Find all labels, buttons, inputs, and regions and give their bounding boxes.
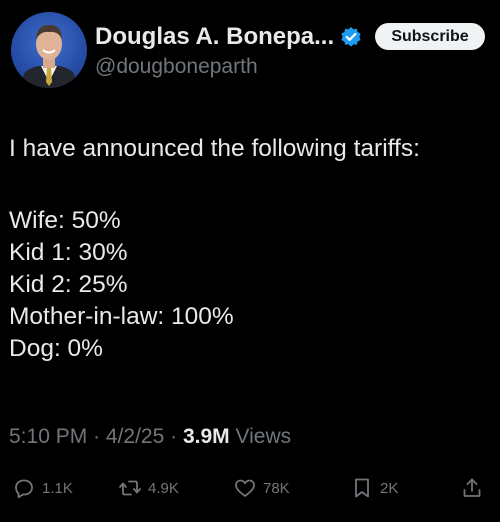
reply-button[interactable]: 1.1K	[12, 474, 73, 502]
action-bar: 1.1K 4.9K 78K 2K	[0, 474, 500, 502]
like-count: 78K	[263, 479, 290, 497]
tweet-line: Wife: 50%	[9, 207, 121, 234]
views-label: Views	[235, 425, 292, 448]
heart-icon	[235, 479, 255, 497]
subscribe-button[interactable]: Subscribe	[375, 23, 485, 50]
verified-badge-icon	[340, 26, 362, 48]
meta-separator: ·	[170, 425, 178, 448]
avatar[interactable]	[11, 12, 87, 88]
author-display-name[interactable]: Douglas A. Bonepa...	[95, 23, 334, 51]
like-button[interactable]: 78K	[233, 474, 290, 502]
tweet-line: Dog: 0%	[9, 335, 103, 362]
tweet-text: I have announced the following tariffs: …	[9, 133, 420, 365]
tweet-date[interactable]: 4/2/25	[106, 425, 164, 448]
tweet-card: Douglas A. Bonepa... Subscribe @dougbone…	[0, 0, 500, 522]
reply-count: 1.1K	[42, 479, 73, 497]
avatar-image	[11, 12, 87, 88]
repost-count: 4.9K	[148, 479, 179, 497]
tweet-line: Kid 1: 30%	[9, 239, 128, 266]
author-handle[interactable]: @dougboneparth	[95, 55, 258, 79]
share-icon	[463, 478, 481, 497]
tweet-meta: 5:10 PM · 4/2/25 · 3.9M Views	[9, 425, 291, 449]
views-count: 3.9M	[182, 425, 230, 448]
reply-icon	[15, 479, 33, 499]
bookmark-count: 2K	[380, 479, 399, 497]
author-name-row[interactable]: Douglas A. Bonepa...	[95, 22, 362, 52]
repost-button[interactable]: 4.9K	[118, 474, 179, 502]
bookmark-icon	[355, 478, 369, 498]
share-button[interactable]	[460, 474, 490, 502]
tweet-line: I have announced the following tariffs:	[9, 135, 420, 162]
bookmark-button[interactable]: 2K	[350, 474, 398, 502]
tweet-time[interactable]: 5:10 PM	[9, 425, 87, 448]
tweet-spacer	[9, 165, 420, 205]
tweet-line: Mother-in-law: 100%	[9, 303, 234, 330]
tweet-line: Kid 2: 25%	[9, 271, 128, 298]
meta-separator: ·	[93, 425, 101, 448]
repost-icon	[119, 480, 141, 496]
